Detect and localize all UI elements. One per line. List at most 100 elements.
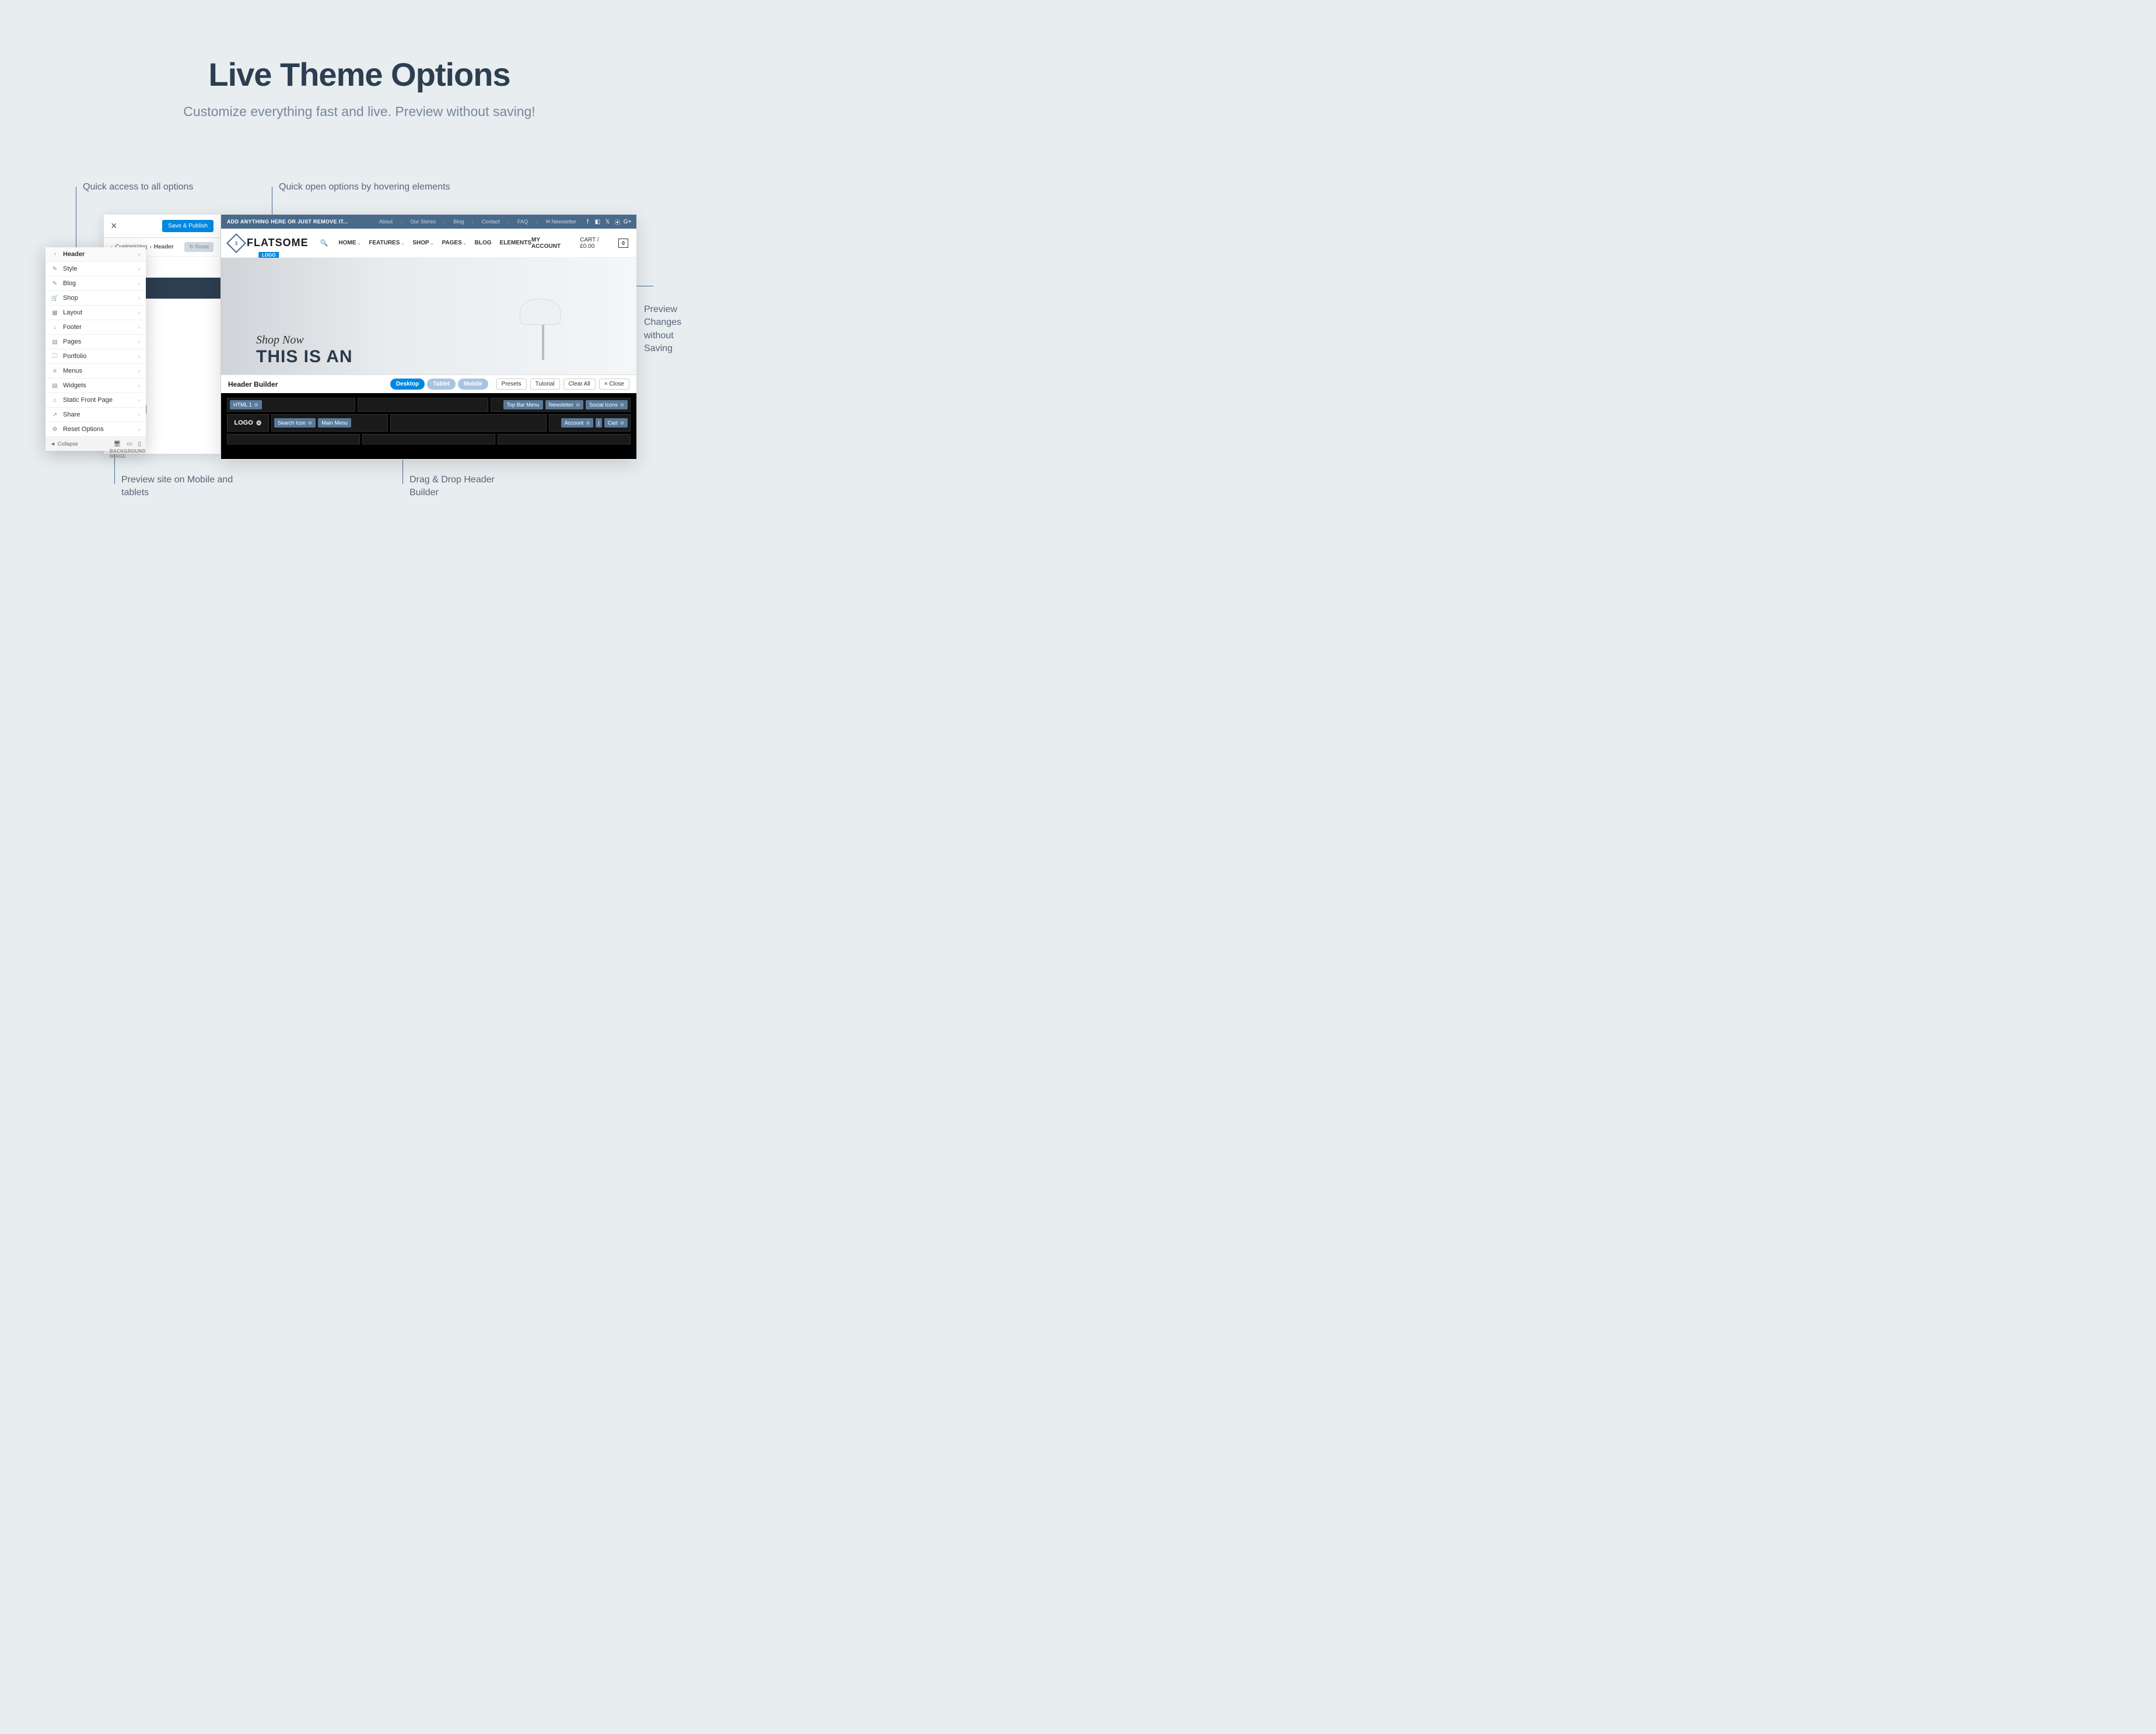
preview-window: ADD ANYTHING HERE OR JUST REMOVE IT... A… [221, 215, 636, 460]
mobile-icon[interactable]: ▯ [138, 441, 141, 447]
gear-icon: ⚙ [308, 421, 312, 426]
option-icon: ▤ [51, 339, 58, 345]
sidebar-item-widgets[interactable]: ▤Widgets› [46, 379, 146, 393]
site-mainbar: FLATSOME LOGO 🔍 HOME⌄ FEATURES⌄ SHOP⌄ PA… [221, 229, 636, 258]
sidebar-item-footer[interactable]: ↓Footer› [46, 320, 146, 335]
option-icon: ↗ [51, 412, 58, 418]
logo-badge: LOGO [258, 252, 279, 258]
topbar-link[interactable]: FAQ [515, 219, 530, 225]
chevron-left-icon: ◄ [50, 441, 55, 447]
option-icon: ⚙ [51, 426, 58, 433]
nav-home[interactable]: HOME⌄ [338, 240, 360, 246]
reset-button[interactable]: ↻ Reset [184, 242, 214, 252]
sidebar-item-header[interactable]: ↑Header› [46, 247, 146, 262]
desktop-icon[interactable]: 🖥 [113, 441, 121, 447]
chip-search[interactable]: Search Icon⚙ [274, 418, 316, 428]
topbar-link[interactable]: Blog [451, 219, 466, 225]
sidebar-item-menus[interactable]: ≡Menus› [46, 364, 146, 379]
chevron-right-icon: › [138, 251, 140, 257]
nav-blog[interactable]: BLOG [475, 240, 492, 246]
option-label: Share [63, 411, 80, 418]
tablet-icon[interactable]: ▭ [127, 441, 132, 447]
search-icon[interactable]: 🔍 [320, 239, 328, 247]
tutorial-button[interactable]: Tutorial [530, 379, 560, 390]
annotation-quick-access: Quick access to all options [83, 181, 200, 194]
chip-topbar-menu[interactable]: Top Bar Menu [503, 400, 543, 409]
facebook-icon[interactable]: f [584, 219, 591, 225]
option-label: Footer [63, 324, 82, 331]
save-publish-button[interactable]: Save & Publish [162, 220, 214, 232]
topbar-link[interactable]: About [377, 219, 396, 225]
sidebar-item-style[interactable]: ✎Style› [46, 262, 146, 276]
gear-icon: ⚙ [586, 421, 590, 426]
option-label: Static Front Page [63, 397, 113, 404]
site-topbar: ADD ANYTHING HERE OR JUST REMOVE IT... A… [221, 215, 636, 229]
option-label: Reset Options [63, 426, 104, 433]
option-label: Blog [63, 280, 76, 287]
nav-elements[interactable]: ELEMENTS [500, 240, 531, 246]
nav-features[interactable]: FEATURES⌄ [369, 240, 404, 246]
twitter-icon[interactable]: 𝕏 [604, 219, 611, 225]
newsletter-link[interactable]: ✉ Newsletter [543, 219, 579, 225]
option-label: Layout [63, 309, 82, 316]
topbar-link[interactable]: Our Stores [408, 219, 438, 225]
bg-image-label: BACKGROUND IMAGE [110, 449, 146, 459]
tab-desktop[interactable]: Desktop [390, 379, 425, 390]
tab-mobile[interactable]: Mobile [458, 379, 488, 390]
my-account-link[interactable]: MY ACCOUNT [531, 237, 569, 250]
chip-divider[interactable]: | [596, 418, 601, 428]
chevron-right-icon: › [138, 310, 140, 316]
instagram-icon[interactable]: ◧ [594, 219, 601, 225]
chevron-right-icon: › [138, 281, 140, 286]
sidebar-item-static-front-page[interactable]: ⌂Static Front Page› [46, 393, 146, 408]
option-icon: ▦ [51, 310, 58, 316]
option-icon: 🗀 [51, 352, 58, 362]
chip-main-menu[interactable]: Main Menu [318, 418, 351, 428]
option-label: Style [63, 265, 77, 272]
option-icon: ≡ [51, 368, 58, 374]
hero-heading: THIS IS AN [256, 347, 353, 367]
tab-tablet[interactable]: Tablet [427, 379, 456, 390]
chevron-right-icon: › [138, 426, 140, 432]
sidebar-item-portfolio[interactable]: 🗀Portfolio› [46, 349, 146, 364]
gear-icon: ⚙ [576, 402, 580, 408]
clear-all-button[interactable]: Clear All [564, 379, 596, 390]
page-subtitle: Customize everything fast and live. Prev… [0, 104, 719, 120]
option-label: Shop [63, 295, 78, 302]
chip-cart[interactable]: Cart⚙ [604, 418, 628, 428]
sidebar-item-blog[interactable]: ✎ Blog › [46, 276, 146, 291]
chip-newsletter[interactable]: Newsletter⚙ [545, 400, 584, 409]
sidebar-item-reset-options[interactable]: ⚙ Reset Options › [46, 422, 146, 437]
option-icon: ✎ [51, 281, 58, 287]
sidebar-item-shop[interactable]: 🛒Shop› [46, 291, 146, 306]
annotation-quick-open: Quick open options by hovering elements [279, 181, 454, 194]
options-panel: ↑Header›✎Style› ✎ Blog › 🛒Shop› ▦ Layout › ↓Foot… [46, 247, 146, 451]
close-icon[interactable]: × [111, 220, 117, 232]
cart-link[interactable]: CART / £0.00 0 [580, 237, 628, 250]
close-button[interactable]: × Close [599, 379, 629, 390]
sidebar-item-layout[interactable]: ▦ Layout › [46, 306, 146, 320]
sidebar-item-pages[interactable]: ▤Pages› [46, 335, 146, 349]
annotation-preview-changes: Preview Changes without Saving [644, 303, 691, 356]
chip-html1[interactable]: HTML 1⚙ [230, 400, 262, 409]
pinterest-icon[interactable]: ⦿ [614, 219, 621, 225]
cart-count: 0 [618, 239, 628, 248]
logo-icon [226, 233, 246, 253]
google-icon[interactable]: G+ [624, 219, 631, 225]
chip-account[interactable]: Account⚙ [561, 418, 594, 428]
sidebar-item-share[interactable]: ↗Share› [46, 408, 146, 422]
logo[interactable]: FLATSOME LOGO [229, 236, 309, 250]
nav-shop[interactable]: SHOP⌄ [412, 240, 433, 246]
gear-icon: ⚙ [620, 421, 624, 426]
collapse-button[interactable]: ◄Collapse [50, 441, 78, 447]
presets-button[interactable]: Presets [496, 379, 527, 390]
topbar-link[interactable]: Contact [480, 219, 502, 225]
chip-social[interactable]: Social Icons⚙ [586, 400, 628, 409]
option-label: Menus [63, 367, 82, 374]
chevron-right-icon: › [138, 383, 140, 388]
chip-logo[interactable]: LOGO⚙ [234, 419, 261, 427]
nav-pages[interactable]: PAGES⌄ [442, 240, 466, 246]
option-label: Widgets [63, 382, 86, 389]
option-icon: ↑ [51, 251, 58, 258]
chevron-right-icon: › [138, 397, 140, 403]
